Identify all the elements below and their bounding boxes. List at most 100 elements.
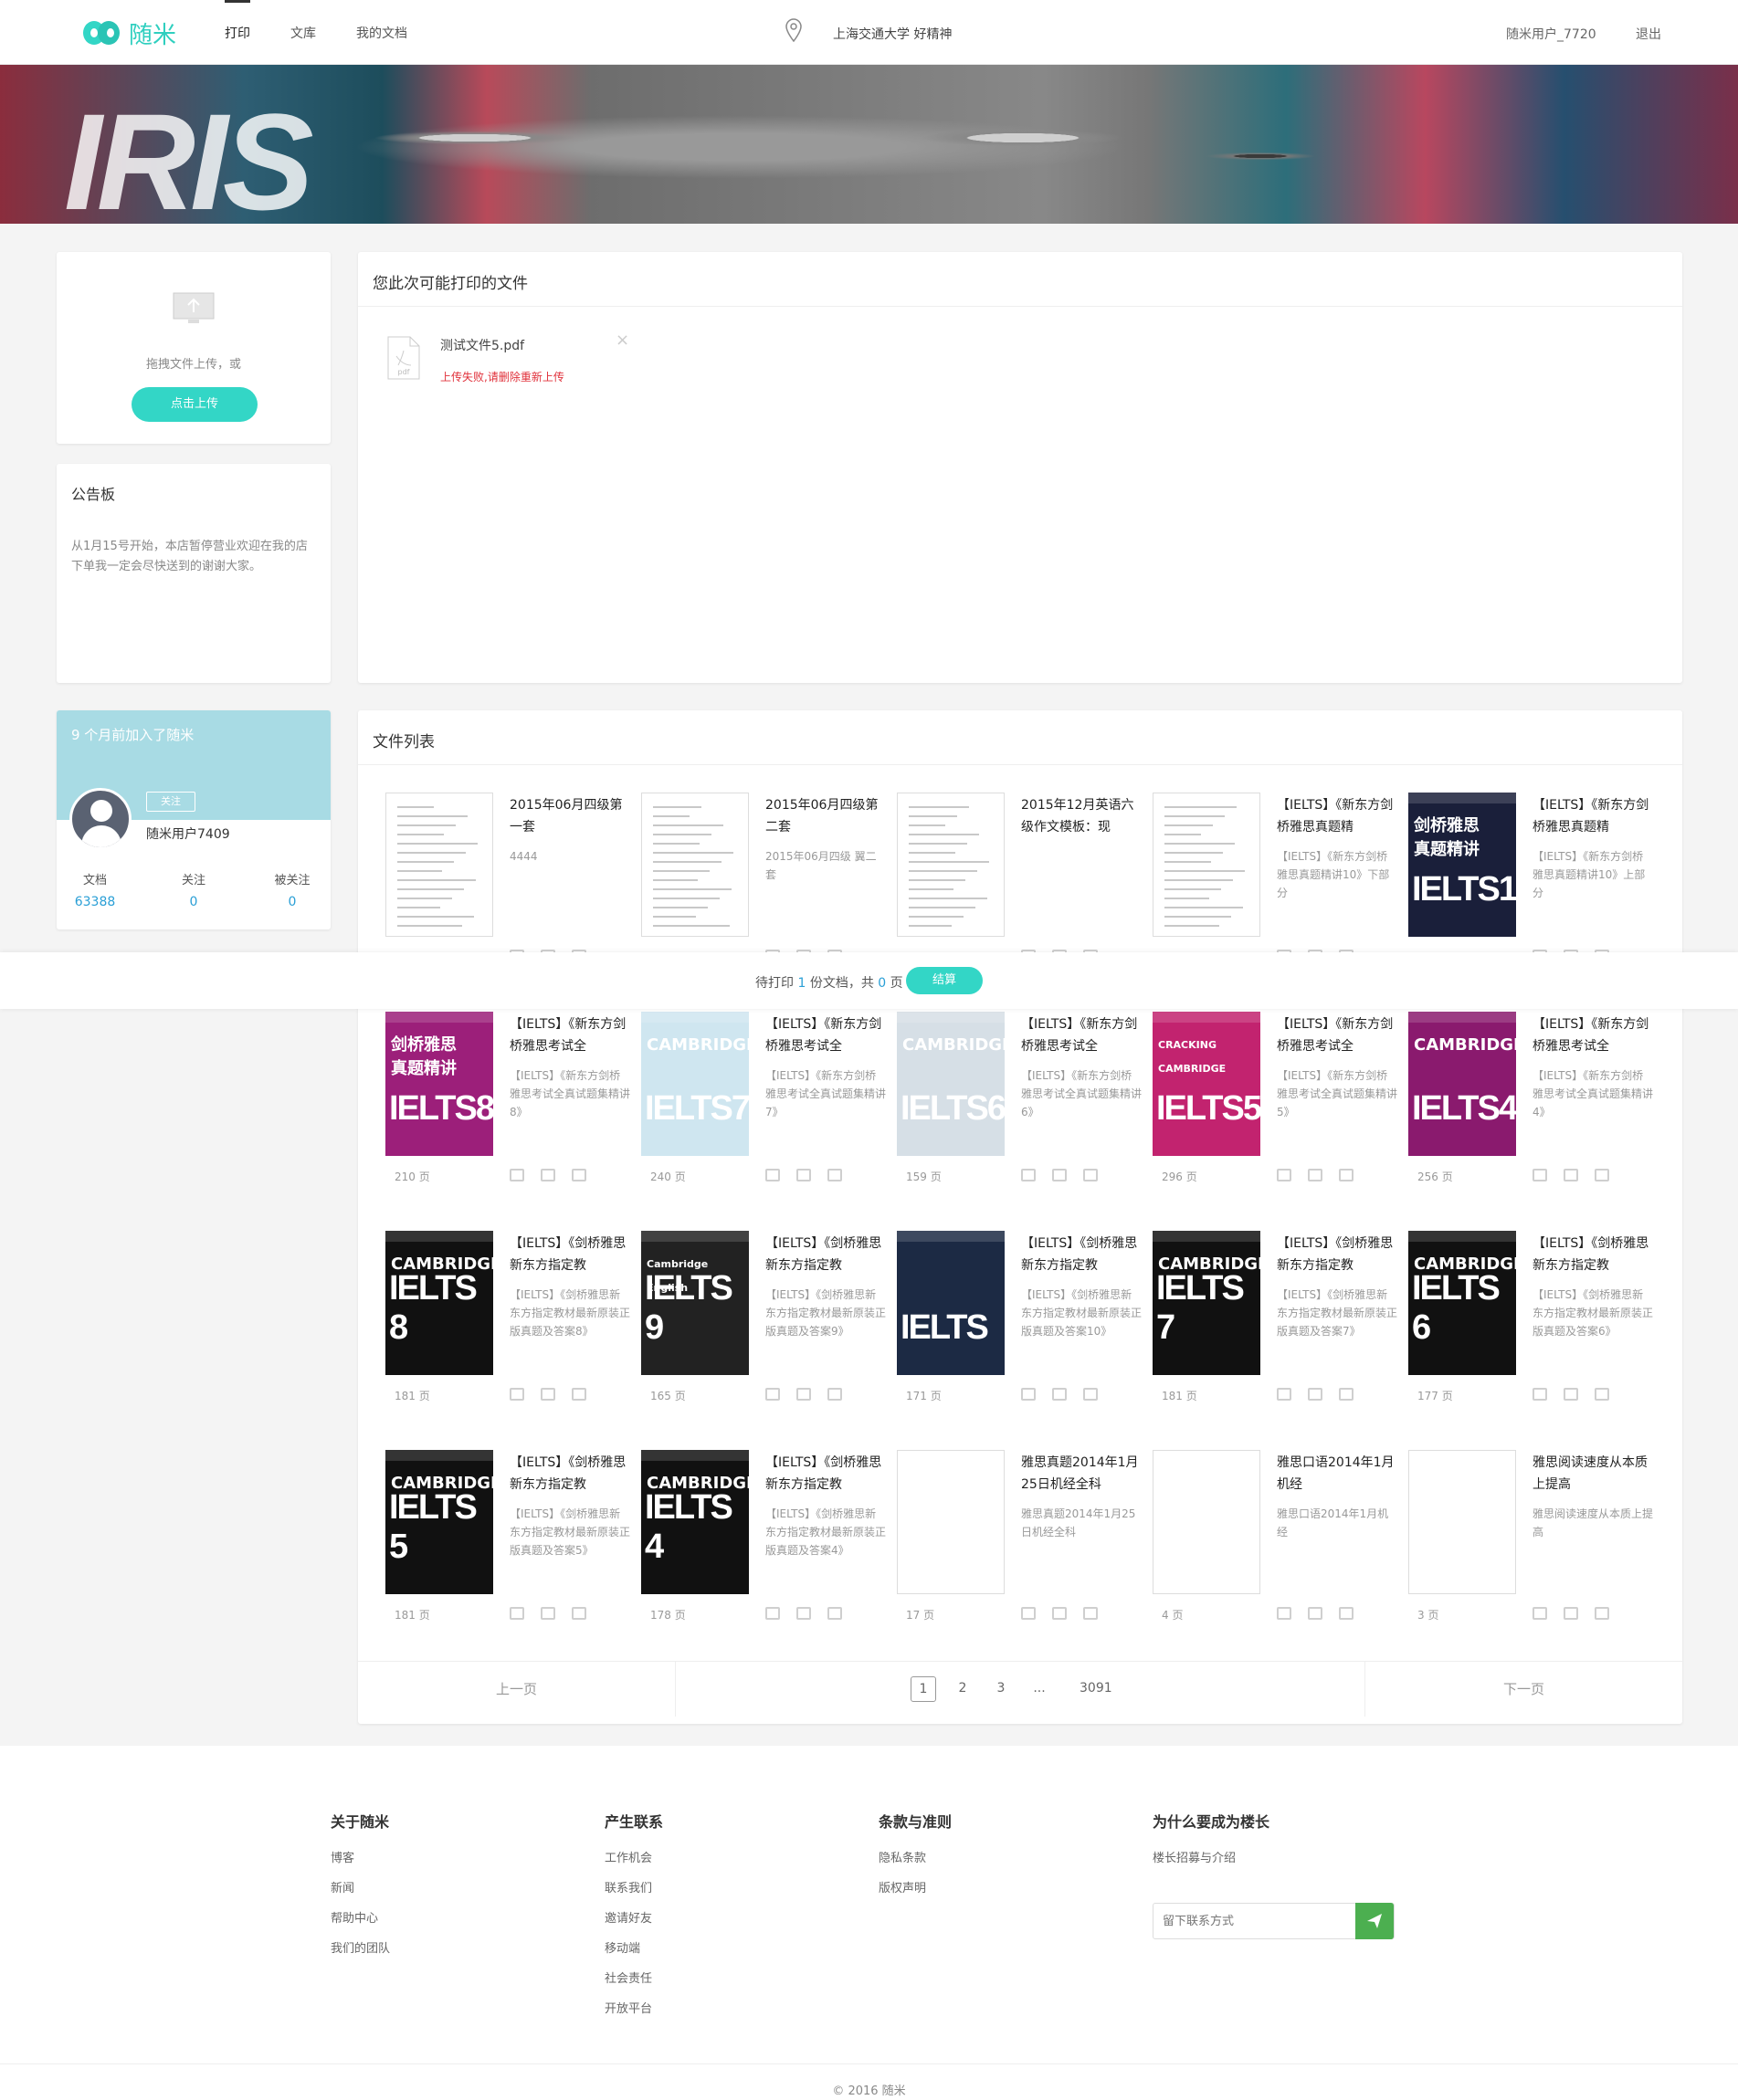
print-icon[interactable]: [1339, 1169, 1354, 1181]
print-icon[interactable]: [1083, 1388, 1098, 1401]
footer-link-help[interactable]: 帮助中心: [331, 1908, 390, 1926]
print-icon[interactable]: [827, 1607, 842, 1620]
footer-link-open-platform[interactable]: 开放平台: [605, 1999, 663, 2016]
preview-icon[interactable]: [1277, 1607, 1291, 1620]
doc-title[interactable]: 2015年06月四级第二套: [765, 794, 884, 838]
stat-followers[interactable]: 被关注 0: [256, 870, 329, 909]
doc-page-thumbnail[interactable]: [1408, 1450, 1516, 1594]
collect-icon[interactable]: [1052, 1607, 1067, 1620]
collect-icon[interactable]: [1308, 1607, 1322, 1620]
upload-card[interactable]: 拖拽文件上传，或 点击上传: [57, 252, 331, 444]
preview-icon[interactable]: [1021, 1169, 1036, 1181]
doc-title[interactable]: 2015年12月英语六级作文模板：现: [1021, 794, 1140, 838]
file-card[interactable]: CAMBRIDGE IELTS 6 【IELTS】《剑桥雅思新东方指定教 【IE…: [1408, 1231, 1664, 1450]
avatar[interactable]: [69, 788, 132, 850]
doc-title[interactable]: 【IELTS】《剑桥雅思新东方指定教: [1021, 1233, 1140, 1276]
doc-title[interactable]: 【IELTS】《新东方剑桥雅思真题精: [1277, 794, 1396, 838]
collect-icon[interactable]: [1564, 1169, 1578, 1181]
doc-cover-thumbnail[interactable]: CAMBRIDGE IELTS 8: [385, 1231, 493, 1375]
collect-icon[interactable]: [541, 1388, 555, 1401]
doc-cover-thumbnail[interactable]: CRACKING CAMBRIDGE IELTS5: [1153, 1012, 1260, 1156]
doc-page-thumbnail[interactable]: [385, 793, 493, 937]
doc-cover-thumbnail[interactable]: 剑桥雅思 真题精讲 IELTS8: [385, 1012, 493, 1156]
follow-button[interactable]: 关注: [146, 792, 195, 812]
prev-page-button[interactable]: 上一页: [358, 1662, 676, 1717]
footer-link-copyright[interactable]: 版权声明: [879, 1878, 952, 1895]
nav-print[interactable]: 打印: [225, 0, 250, 65]
collect-icon[interactable]: [541, 1169, 555, 1181]
footer-link-news[interactable]: 新闻: [331, 1878, 390, 1895]
preview-icon[interactable]: [1277, 1388, 1291, 1401]
upload-button[interactable]: 点击上传: [132, 387, 258, 422]
print-icon[interactable]: [1083, 1169, 1098, 1181]
uploaded-file-name[interactable]: 测试文件5.pdf: [440, 336, 524, 354]
preview-icon[interactable]: [1277, 1169, 1291, 1181]
footer-link-jobs[interactable]: 工作机会: [605, 1848, 663, 1865]
collect-icon[interactable]: [1564, 1388, 1578, 1401]
doc-cover-thumbnail[interactable]: CAMBRIDGE IELTS 7: [1153, 1231, 1260, 1375]
preview-icon[interactable]: [510, 1169, 524, 1181]
collect-icon[interactable]: [796, 1169, 811, 1181]
contact-input[interactable]: [1153, 1904, 1356, 1938]
nav-library[interactable]: 文库: [290, 0, 316, 65]
file-card[interactable]: CRACKING CAMBRIDGE IELTS5 【IELTS】《新东方剑桥雅…: [1153, 1012, 1408, 1231]
doc-cover-thumbnail[interactable]: 剑桥雅思 真题精讲 IELTS10: [1408, 793, 1516, 937]
file-card[interactable]: 剑桥雅思 真题精讲 IELTS8 【IELTS】《新东方剑桥雅思考试全 【IEL…: [385, 1012, 641, 1231]
file-card[interactable]: 雅思口语2014年1月机经 雅思口语2014年1月机经 4 页: [1153, 1450, 1408, 1669]
print-icon[interactable]: [1595, 1388, 1609, 1401]
logout-link[interactable]: 退出: [1636, 25, 1661, 43]
file-card[interactable]: CAMBRIDGE IELTS7 【IELTS】《新东方剑桥雅思考试全 【IEL…: [641, 1012, 897, 1231]
doc-page-thumbnail[interactable]: [641, 793, 749, 937]
doc-title[interactable]: 【IELTS】《剑桥雅思新东方指定教: [765, 1233, 884, 1276]
doc-title[interactable]: 【IELTS】《新东方剑桥雅思真题精: [1533, 794, 1651, 838]
footer-link-invite[interactable]: 邀请好友: [605, 1908, 663, 1926]
print-icon[interactable]: [572, 1607, 586, 1620]
collect-icon[interactable]: [1564, 1607, 1578, 1620]
doc-cover-thumbnail[interactable]: CAMBRIDGE IELTS7: [641, 1012, 749, 1156]
user-name-link[interactable]: 随米用户_7720: [1506, 25, 1596, 43]
file-card[interactable]: CAMBRIDGE IELTS 7 【IELTS】《剑桥雅思新东方指定教 【IE…: [1153, 1231, 1408, 1450]
doc-title[interactable]: 【IELTS】《剑桥雅思新东方指定教: [510, 1452, 628, 1496]
doc-cover-thumbnail[interactable]: CAMBRIDGE IELTS 5: [385, 1450, 493, 1594]
file-card[interactable]: CAMBRIDGE IELTS 5 【IELTS】《剑桥雅思新东方指定教 【IE…: [385, 1450, 641, 1669]
doc-title[interactable]: 【IELTS】《新东方剑桥雅思考试全: [1021, 1013, 1140, 1057]
doc-title[interactable]: 【IELTS】《剑桥雅思新东方指定教: [1533, 1233, 1651, 1276]
footer-link-recruit[interactable]: 楼长招募与介绍: [1153, 1848, 1269, 1865]
doc-title[interactable]: 【IELTS】《新东方剑桥雅思考试全: [765, 1013, 884, 1057]
collect-icon[interactable]: [1052, 1169, 1067, 1181]
doc-page-thumbnail[interactable]: [897, 793, 1005, 937]
doc-cover-thumbnail[interactable]: CAMBRIDGE IELTS 6: [1408, 1231, 1516, 1375]
doc-cover-thumbnail[interactable]: CAMBRIDGE IELTS4: [1408, 1012, 1516, 1156]
print-icon[interactable]: [1595, 1607, 1609, 1620]
doc-title[interactable]: 【IELTS】《剑桥雅思新东方指定教: [1277, 1233, 1396, 1276]
print-icon[interactable]: [827, 1388, 842, 1401]
print-icon[interactable]: [1339, 1607, 1354, 1620]
file-card[interactable]: 雅思真题2014年1月25日机经全科 雅思真题2014年1月25日机经全科 17…: [897, 1450, 1153, 1669]
collect-icon[interactable]: [1052, 1388, 1067, 1401]
doc-page-thumbnail[interactable]: [1153, 1450, 1260, 1594]
doc-cover-thumbnail[interactable]: CAMBRIDGE IELTS 4: [641, 1450, 749, 1594]
print-icon[interactable]: [572, 1388, 586, 1401]
preview-icon[interactable]: [1533, 1388, 1547, 1401]
print-icon[interactable]: [1083, 1607, 1098, 1620]
file-card[interactable]: CAMBRIDGE IELTS6 【IELTS】《新东方剑桥雅思考试全 【IEL…: [897, 1012, 1153, 1231]
collect-icon[interactable]: [1308, 1169, 1322, 1181]
preview-icon[interactable]: [1533, 1169, 1547, 1181]
page-1[interactable]: 1: [911, 1676, 936, 1702]
print-icon[interactable]: [572, 1169, 586, 1181]
checkout-button[interactable]: 结算: [906, 967, 983, 994]
collect-icon[interactable]: [1308, 1388, 1322, 1401]
location-text[interactable]: 上海交通大学 好精神: [833, 25, 952, 43]
doc-title[interactable]: 【IELTS】《新东方剑桥雅思考试全: [1277, 1013, 1396, 1057]
print-icon[interactable]: [1595, 1169, 1609, 1181]
preview-icon[interactable]: [1021, 1388, 1036, 1401]
doc-title[interactable]: 2015年06月四级第一套: [510, 794, 628, 838]
footer-link-responsibility[interactable]: 社会责任: [605, 1969, 663, 1986]
footer-link-team[interactable]: 我们的团队: [331, 1938, 390, 1956]
stat-docs[interactable]: 文档 63388: [58, 870, 132, 909]
doc-title[interactable]: 【IELTS】《新东方剑桥雅思考试全: [1533, 1013, 1651, 1057]
preview-icon[interactable]: [765, 1388, 780, 1401]
file-card[interactable]: CAMBRIDGE IELTS4 【IELTS】《新东方剑桥雅思考试全 【IEL…: [1408, 1012, 1664, 1231]
next-page-button[interactable]: 下一页: [1364, 1662, 1682, 1717]
print-icon[interactable]: [827, 1169, 842, 1181]
